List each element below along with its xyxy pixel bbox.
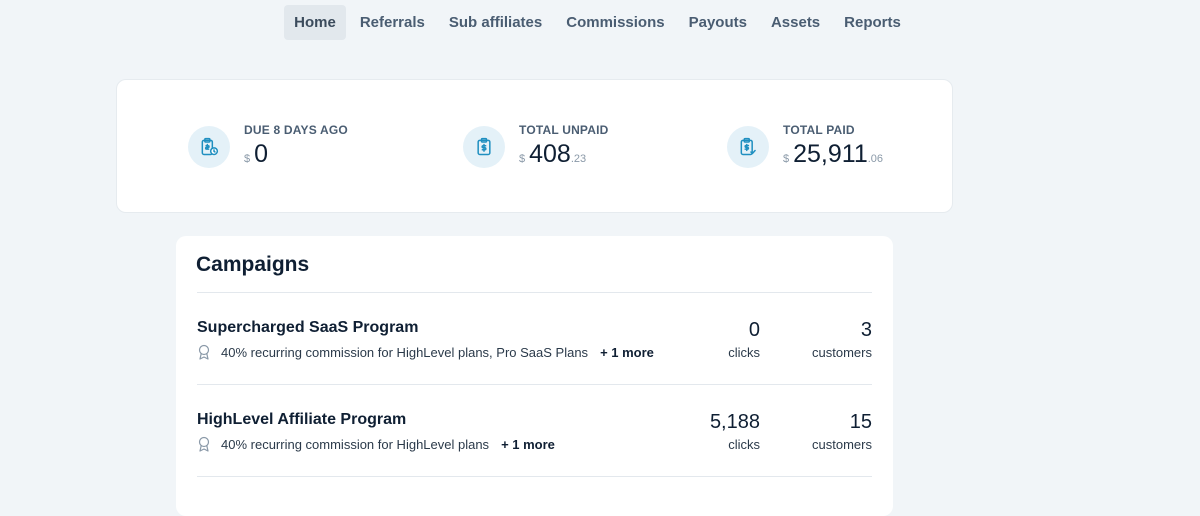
clicks-label: clicks [728,437,760,452]
campaign-row[interactable]: HighLevel Affiliate Program 40% recurrin… [197,411,872,471]
stat-label: TOTAL PAID [783,123,855,137]
stat-amount: 408 [529,140,571,168]
clipboard-check-dollar-icon [727,126,769,168]
clipboard-clock-icon [188,126,230,168]
more-link[interactable]: + 1 more [600,345,654,360]
campaign-description-text: 40% recurring commission for HighLevel p… [221,436,490,452]
stat-unpaid: TOTAL UNPAID $408.23 [463,123,609,169]
campaigns-card: Campaigns Supercharged SaaS Program 40% … [176,236,893,516]
customers-label: customers [812,345,872,360]
currency-symbol: $ [783,153,790,165]
stat-value: $0 [244,140,348,169]
stat-cents: .23 [570,153,587,165]
customers-metric: 3 customers [812,319,872,360]
campaign-description: 40% recurring commission for HighLevel p… [197,436,555,452]
nav-payouts[interactable]: Payouts [679,5,757,40]
clicks-metric: 0 clicks [728,319,760,360]
stat-cents: .06 [867,153,884,165]
nav-commissions[interactable]: Commissions [556,5,674,40]
divider [197,292,872,293]
divider [197,476,872,477]
customers-label: customers [812,437,872,452]
clicks-metric: 5,188 clicks [710,411,760,452]
currency-symbol: $ [244,153,251,165]
campaign-description-text: 40% recurring commission for HighLevel p… [221,344,589,360]
nav-home[interactable]: Home [284,5,346,40]
stat-amount: 25,911 [793,140,868,168]
stat-due: DUE 8 DAYS AGO $0 [188,123,348,169]
campaign-description: 40% recurring commission for HighLevel p… [197,344,654,360]
clipboard-dollar-icon [463,126,505,168]
campaigns-title: Campaigns [196,253,310,276]
stat-value: $408.23 [519,140,609,169]
stat-label: DUE 8 DAYS AGO [244,123,348,137]
campaign-name[interactable]: HighLevel Affiliate Program [197,411,406,429]
stat-amount: 0 [254,140,269,168]
customers-metric: 15 customers [812,411,872,452]
award-badge-icon [197,436,211,452]
stats-card: DUE 8 DAYS AGO $0 TOTAL UNPAID $408.23 T… [116,79,953,213]
clicks-count: 0 [748,319,760,341]
currency-symbol: $ [519,153,526,165]
clicks-count: 5,188 [709,411,760,433]
nav-referrals[interactable]: Referrals [350,5,435,40]
top-nav: Home Referrals Sub affiliates Commission… [0,5,1200,40]
stat-label: TOTAL UNPAID [519,123,609,137]
divider [197,384,872,385]
stat-value: $25,911.06 [783,140,883,169]
customers-count: 3 [860,319,872,341]
clicks-label: clicks [728,345,760,360]
customers-count: 15 [849,411,872,433]
campaign-row[interactable]: Supercharged SaaS Program 40% recurring … [197,319,872,379]
nav-reports[interactable]: Reports [834,5,911,40]
award-badge-icon [197,344,211,360]
nav-assets[interactable]: Assets [761,5,830,40]
more-link[interactable]: + 1 more [501,437,555,452]
nav-sub-affiliates[interactable]: Sub affiliates [439,5,552,40]
stat-paid: TOTAL PAID $25,911.06 [727,123,883,169]
campaign-name[interactable]: Supercharged SaaS Program [197,319,418,337]
